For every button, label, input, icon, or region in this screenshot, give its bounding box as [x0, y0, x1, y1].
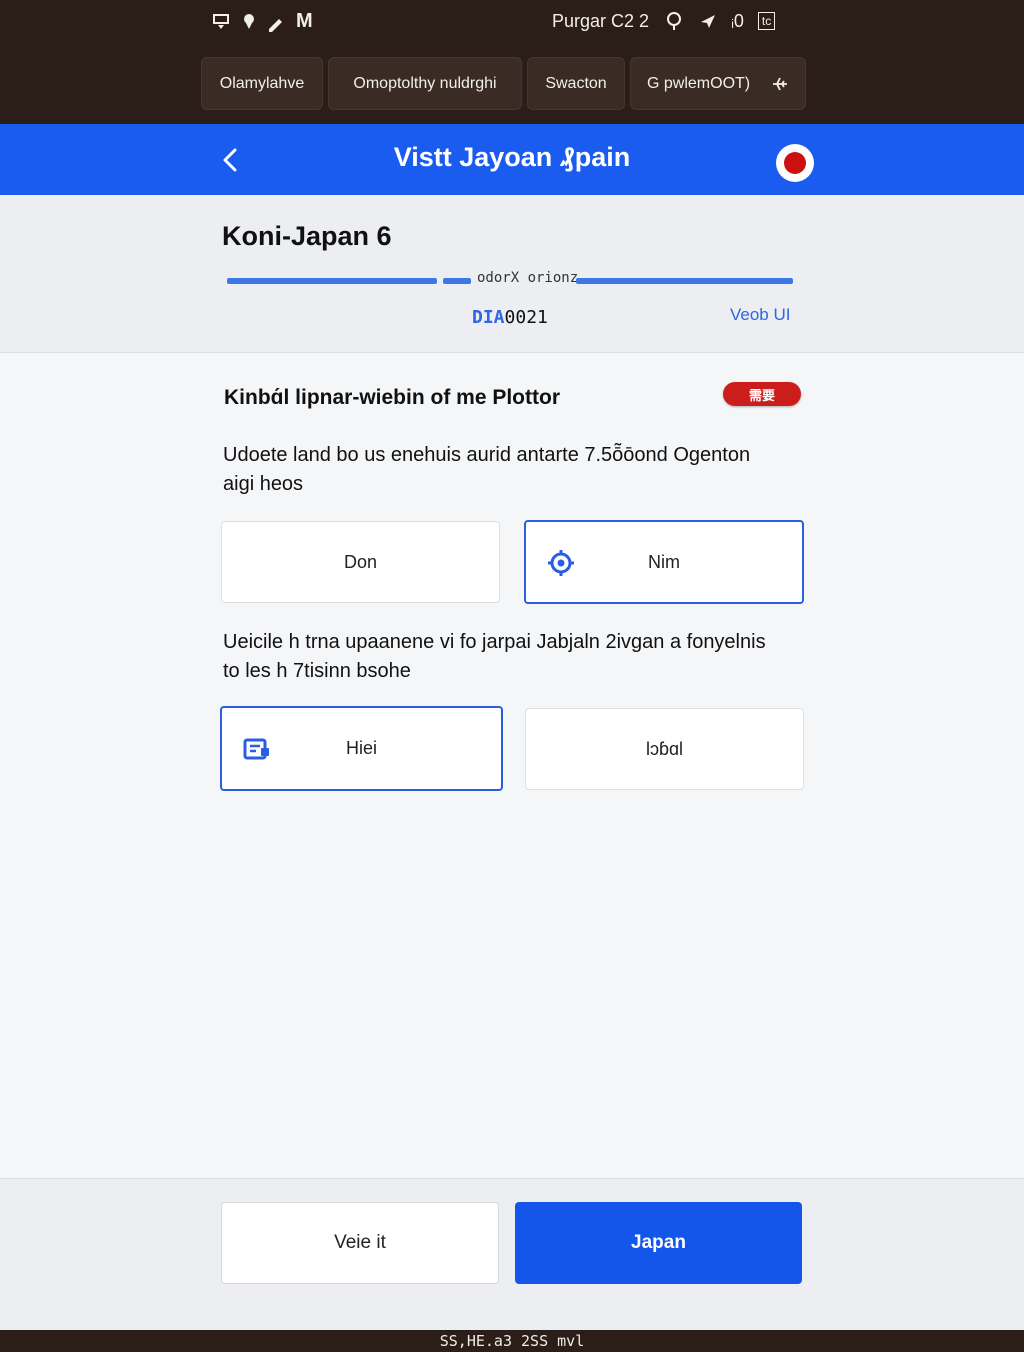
navigation-icon	[699, 12, 717, 30]
progress-bar-right	[576, 278, 793, 284]
system-footer-text: SS,HE.a3 2SS mvl	[0, 1330, 1024, 1352]
card-icon	[242, 734, 272, 764]
gear-icon	[546, 548, 576, 578]
code-value: 0021	[504, 307, 548, 328]
tab-3-label: Swacton	[545, 74, 607, 92]
japan-flag-icon[interactable]	[775, 143, 815, 188]
progress-bar-left	[227, 278, 437, 284]
code-prefix: DIA	[472, 307, 505, 328]
trip-summary: Koni-Japan 6 odorX orionz DIA0021 Veob U…	[0, 195, 1024, 353]
top-app-bar: M Purgar C2 2 ᵢ0 tc Olamylahve Omoptolth…	[0, 0, 1024, 124]
page-title: Vistt Jayoan ₰pain	[393, 142, 631, 172]
question-1: Udoete land bo us enehuis aurid antarte …	[223, 444, 751, 495]
tab-1[interactable]: Olamylahve	[201, 57, 323, 110]
location-icon	[242, 12, 256, 32]
battery-label: tc	[761, 14, 772, 28]
progress-indicator: odorX orionz	[227, 270, 793, 290]
notification-icon	[212, 12, 232, 32]
option-hiei[interactable]: Hiei	[220, 706, 503, 791]
screen-header: Vistt Jayoan ₰pain	[0, 124, 1024, 195]
progress-bar-mid	[443, 278, 471, 284]
questionnaire: Kinbɑ́l lipnar-wiebin of me Plottor 需要 U…	[0, 353, 1024, 1178]
required-badge: 需要	[723, 382, 801, 406]
pen-icon	[266, 12, 286, 32]
signal-label: ᵢ0	[731, 10, 744, 31]
status-right: Purgar C2 2 ᵢ0 tc	[552, 10, 776, 32]
option-hiei-label: Hiei	[345, 738, 377, 758]
tab-4[interactable]: G pwlemOOT)	[630, 57, 806, 110]
tab-3[interactable]: Swacton	[527, 57, 625, 110]
option-local-label: Ɩɔɓɑl	[645, 738, 684, 759]
mail-indicator: M	[296, 10, 313, 32]
option-nim-label: Nim	[648, 551, 680, 572]
tab-2-label: Omoptolthy nuldrghi	[353, 74, 497, 92]
status-left: M	[212, 10, 313, 33]
tab-1-label: Olamylahve	[219, 74, 305, 92]
tab-4-label: G pwlemOOT)	[647, 74, 751, 92]
option-don-label: Don	[343, 551, 378, 572]
primary-button-label: Japan	[631, 1232, 686, 1253]
section-title: Kinbɑ́l lipnar-wiebin of me Plottor	[224, 386, 560, 409]
tab-2[interactable]: Omoptolthy nuldrghi	[328, 57, 522, 110]
option-don[interactable]: Don	[221, 521, 500, 603]
option-local[interactable]: Ɩɔɓɑl	[525, 708, 804, 790]
progress-label: odorX orionz	[477, 270, 579, 286]
airplane-icon	[771, 75, 789, 93]
status-bar: M Purgar C2 2 ᵢ0 tc	[0, 8, 1024, 36]
alarm-icon	[663, 10, 685, 32]
secondary-button[interactable]: Veie it	[221, 1202, 499, 1284]
option-nim[interactable]: Nim	[524, 520, 804, 604]
booking-code: DIA0021	[472, 307, 548, 328]
secondary-button-label: Veie it	[334, 1232, 386, 1253]
carrier-label: Purgar C2 2	[552, 10, 650, 31]
battery-icon: tc	[757, 12, 776, 30]
tab-bar: Olamylahve Omoptolthy nuldrghi Swacton G…	[201, 57, 806, 110]
question-2: Ueicile h trna upaanene vi fo jarpai Jab…	[223, 631, 766, 682]
summary-title: Koni-Japan 6	[222, 221, 392, 251]
view-ui-link[interactable]: Veob UI	[730, 305, 791, 325]
action-footer: Veie it Japan	[0, 1178, 1024, 1330]
primary-button[interactable]: Japan	[515, 1202, 802, 1284]
